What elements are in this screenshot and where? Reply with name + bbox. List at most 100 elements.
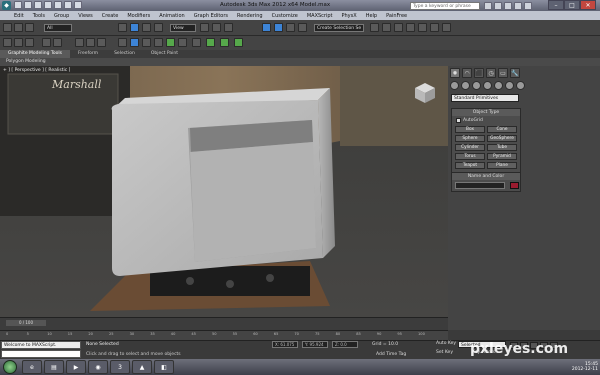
mirror-icon[interactable] <box>370 23 379 32</box>
geosphere-button[interactable]: GeoSphere <box>487 135 517 142</box>
image-icon[interactable] <box>234 38 243 47</box>
menu-painfree[interactable]: PainFree <box>386 13 407 19</box>
menu-create[interactable]: Create <box>102 13 119 19</box>
save-file-icon[interactable] <box>34 1 42 9</box>
tab-object-paint[interactable]: Object Paint <box>143 50 186 58</box>
plane-button[interactable]: Plane <box>487 162 517 169</box>
link-icon[interactable] <box>14 23 23 32</box>
z-coordinate-field[interactable]: Z: 0.0 <box>332 341 358 348</box>
fetch-icon[interactable] <box>74 1 82 9</box>
render-production-icon[interactable] <box>97 38 106 47</box>
schematic-view-icon[interactable] <box>430 23 439 32</box>
reference-coordinate-dropdown[interactable]: View <box>170 24 196 32</box>
pivot-center-icon[interactable] <box>200 23 209 32</box>
object-type-header[interactable]: Object Type <box>452 109 520 116</box>
teapot-button[interactable]: Teapot <box>455 162 485 169</box>
menu-group[interactable]: Group <box>54 13 69 19</box>
spinner-snap-icon[interactable] <box>298 23 307 32</box>
render-setup-icon[interactable] <box>75 38 84 47</box>
new-file-icon[interactable] <box>14 1 22 9</box>
geometry-icon[interactable] <box>450 81 459 90</box>
undo-toolbar-icon[interactable] <box>3 23 12 32</box>
system-clock[interactable]: 15:45 2012-12-11 <box>562 362 598 372</box>
percent-snap-icon[interactable] <box>286 23 295 32</box>
set-key-button[interactable]: Set Key <box>436 350 453 355</box>
minimize-button[interactable]: – <box>548 0 564 10</box>
close-button[interactable]: ✕ <box>580 0 596 10</box>
curve-editor-icon[interactable] <box>418 23 427 32</box>
align-icon[interactable] <box>382 23 391 32</box>
menu-customize[interactable]: Customize <box>272 13 298 19</box>
name-and-color-header[interactable]: Name and Color <box>452 173 520 180</box>
set-current-layer-icon[interactable] <box>53 38 62 47</box>
grid-icon[interactable] <box>206 38 215 47</box>
menu-physx[interactable]: PhysX <box>342 13 357 19</box>
box-icon[interactable] <box>192 38 201 47</box>
rendered-frame-icon[interactable] <box>86 38 95 47</box>
explorer-icon[interactable]: ▤ <box>44 360 64 374</box>
help-icon[interactable] <box>524 2 532 10</box>
select-rotate-icon[interactable] <box>130 38 139 47</box>
search-input[interactable]: Type a keyword or phrase <box>410 2 480 10</box>
helpers-icon[interactable] <box>494 81 503 90</box>
select-move-icon[interactable] <box>118 38 127 47</box>
viewport-label[interactable]: + ] [ Perspective ] [ Realistic ] <box>3 68 70 73</box>
modify-tab-icon[interactable]: ◠ <box>462 68 472 78</box>
favorites-icon[interactable] <box>514 2 522 10</box>
select-object-icon[interactable] <box>118 23 127 32</box>
cone-button[interactable]: Cone <box>487 126 517 133</box>
utilities-tab-icon[interactable]: 🔧 <box>510 68 520 78</box>
auto-key-button[interactable]: Auto Key <box>436 341 456 346</box>
object-color-swatch[interactable] <box>509 182 519 189</box>
menu-views[interactable]: Views <box>78 13 92 19</box>
display-tab-icon[interactable]: ▭ <box>498 68 508 78</box>
chrome-icon[interactable]: ◉ <box>88 360 108 374</box>
select-manipulate-icon[interactable] <box>212 23 221 32</box>
autogrid-checkbox[interactable] <box>456 118 461 123</box>
cylinder-button[interactable]: Cylinder <box>455 144 485 151</box>
layer-manager-icon[interactable] <box>394 23 403 32</box>
tab-graphite-modeling-tools[interactable]: Graphite Modeling Tools <box>0 50 71 58</box>
torus-button[interactable]: Torus <box>455 153 485 160</box>
maxscript-input[interactable] <box>1 350 81 358</box>
material-editor-icon[interactable] <box>442 23 451 32</box>
lights-icon[interactable] <box>472 81 481 90</box>
tab-freeform[interactable]: Freeform <box>70 50 106 58</box>
subscription-icon[interactable] <box>494 2 502 10</box>
menu-modifiers[interactable]: Modifiers <box>127 13 150 19</box>
open-file-icon[interactable] <box>24 1 32 9</box>
rect-selection-icon[interactable] <box>142 23 151 32</box>
systems-icon[interactable] <box>516 81 525 90</box>
hierarchy-tab-icon[interactable]: ⬛ <box>474 68 484 78</box>
menu-animation[interactable]: Animation <box>159 13 185 19</box>
sphere-button[interactable]: Sphere <box>455 135 485 142</box>
menu-help[interactable]: Help <box>366 13 377 19</box>
motion-tab-icon[interactable]: ◷ <box>486 68 496 78</box>
angle-snap-icon[interactable] <box>274 23 283 32</box>
unlink-icon[interactable] <box>25 23 34 32</box>
search-icon[interactable] <box>484 2 492 10</box>
add-to-layer-icon[interactable] <box>25 38 34 47</box>
primitive-category-dropdown[interactable]: Standard Primitives <box>451 94 519 102</box>
window-crossing-icon[interactable] <box>154 23 163 32</box>
tube-button[interactable]: Tube <box>487 144 517 151</box>
start-button-icon[interactable] <box>3 360 17 374</box>
add-time-tag[interactable]: Add Time Tag <box>376 352 406 357</box>
create-tab-icon[interactable]: ✹ <box>450 68 460 78</box>
tab-selection[interactable]: Selection <box>106 50 143 58</box>
3dsmax-taskbar-icon[interactable]: 3 <box>110 360 130 374</box>
app-icon[interactable]: ▲ <box>132 360 152 374</box>
frame-counter[interactable]: 0 / 100 <box>6 320 46 326</box>
time-slider[interactable]: 0 / 100 <box>0 317 448 330</box>
x-coordinate-field[interactable]: X: 61.075 <box>272 341 298 348</box>
menu-maxscript[interactable]: MAXScript <box>307 13 333 19</box>
object-name-field[interactable] <box>455 182 505 189</box>
communication-icon[interactable] <box>504 2 512 10</box>
tree-icon[interactable] <box>178 38 187 47</box>
internet-explorer-icon[interactable]: e <box>22 360 42 374</box>
select-layer-icon[interactable] <box>42 38 51 47</box>
media-player-icon[interactable]: ▶ <box>66 360 86 374</box>
named-selection-set-field[interactable]: Create Selection Se <box>314 24 364 32</box>
box-button[interactable]: Box <box>455 126 485 133</box>
shapes-icon[interactable] <box>461 81 470 90</box>
